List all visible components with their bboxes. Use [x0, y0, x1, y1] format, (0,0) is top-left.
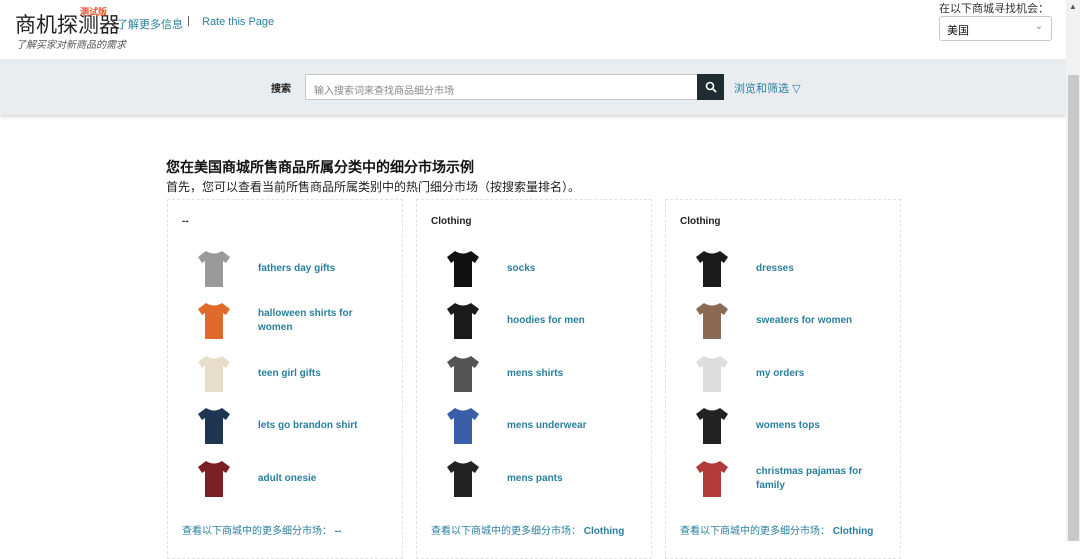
shirts-icon — [441, 352, 485, 396]
niche-link[interactable]: womens tops — [756, 419, 886, 433]
chevron-down-icon: ⌄ — [1034, 21, 1043, 32]
niche-item[interactable]: mens pants — [431, 455, 646, 503]
page-title: 您在美国商城所售商品所属分类中的细分市场示例 — [166, 159, 474, 175]
niche-item[interactable]: halloween shirts for women — [182, 297, 397, 345]
divider: | — [187, 15, 190, 27]
pants-icon — [441, 457, 485, 501]
scroll-up-icon[interactable]: ▲ — [1069, 2, 1077, 11]
search-button[interactable] — [697, 74, 724, 100]
search-icon — [705, 81, 717, 93]
dress-icon — [690, 247, 734, 291]
marketplace-label: 在以下商城寻找机会： — [939, 3, 1049, 15]
niche-item[interactable]: adult onesie — [182, 455, 397, 503]
niche-link[interactable]: mens underwear — [507, 419, 637, 433]
more-niches-link[interactable]: 查看以下商城中的更多细分市场： Clothing — [431, 522, 624, 537]
niche-link[interactable]: socks — [507, 262, 637, 276]
dotted-blanket-icon — [192, 352, 236, 396]
niche-link[interactable]: mens shirts — [507, 367, 637, 381]
intro-text: 首先，您可以查看当前所售商品所属类别中的热门细分市场（按搜索量排名）。 — [166, 180, 581, 194]
niche-card: Clothing dresses sweaters for women my o… — [665, 199, 901, 559]
niche-item[interactable]: christmas pajamas for family — [680, 455, 895, 503]
red-onesie-icon — [192, 457, 236, 501]
more-category[interactable]: Clothing — [833, 526, 874, 537]
orange-tshirt-icon — [192, 299, 236, 343]
black-top-icon — [690, 404, 734, 448]
socks-icon — [441, 247, 485, 291]
navy-tshirt-icon — [192, 404, 236, 448]
niche-item[interactable]: dresses — [680, 245, 895, 293]
niche-link[interactable]: fathers day gifts — [258, 262, 388, 276]
niche-item[interactable]: socks — [431, 245, 646, 293]
striped-top-icon — [690, 352, 734, 396]
niche-card: -- fathers day gifts halloween shirts fo… — [167, 199, 403, 559]
niche-link[interactable]: my orders — [756, 367, 886, 381]
niche-item[interactable]: mens underwear — [431, 402, 646, 450]
niche-item[interactable]: sweaters for women — [680, 297, 895, 345]
card-category: -- — [182, 216, 189, 227]
browse-filter-label: 浏览和筛选 — [734, 83, 789, 95]
niche-item[interactable]: teen girl gifts — [182, 350, 397, 398]
marketplace-value: 美国 — [947, 25, 969, 37]
niche-link[interactable]: mens pants — [507, 472, 637, 486]
more-category[interactable]: Clothing — [584, 526, 625, 537]
search-bar: 搜索 输入搜索词来查找商品细分市场 浏览和筛选 ▽ — [0, 59, 1066, 115]
niche-item[interactable]: my orders — [680, 350, 895, 398]
more-category[interactable]: -- — [335, 526, 342, 537]
niche-link[interactable]: christmas pajamas for family — [756, 465, 886, 493]
filter-icon: ▽ — [792, 83, 801, 95]
more-label: 查看以下商城中的更多细分市场： — [431, 526, 581, 537]
app-subtitle: 了解买家对新商品的需求 — [16, 40, 126, 51]
niche-link[interactable]: adult onesie — [258, 472, 388, 486]
niche-item[interactable]: womens tops — [680, 402, 895, 450]
plaid-shirt-icon — [192, 247, 236, 291]
beta-badge: 测试版 — [80, 7, 108, 17]
underwear-icon — [441, 404, 485, 448]
search-input[interactable]: 输入搜索词来查找商品细分市场 — [305, 74, 698, 100]
niche-link[interactable]: dresses — [756, 262, 886, 276]
rate-page-link[interactable]: Rate this Page — [202, 16, 274, 28]
niche-item[interactable]: lets go brandon shirt — [182, 402, 397, 450]
card-category: Clothing — [431, 216, 472, 227]
niche-link[interactable]: hoodies for men — [507, 314, 637, 328]
scrollbar[interactable]: ▲ — [1066, 0, 1080, 541]
niche-link[interactable]: halloween shirts for women — [258, 307, 388, 335]
more-niches-link[interactable]: 查看以下商城中的更多细分市场： -- — [182, 522, 341, 537]
more-label: 查看以下商城中的更多细分市场： — [680, 526, 830, 537]
more-label: 查看以下商城中的更多细分市场： — [182, 526, 332, 537]
marketplace-select[interactable]: 美国 ⌄ — [939, 16, 1052, 41]
header: 商机探测器 测试版 了解买家对新商品的需求 了解更多信息 | Rate this… — [0, 0, 1066, 59]
niche-item[interactable]: hoodies for men — [431, 297, 646, 345]
hoodie-icon — [441, 299, 485, 343]
sweater-icon — [690, 299, 734, 343]
niche-link[interactable]: lets go brandon shirt — [258, 419, 388, 433]
browse-filter-link[interactable]: 浏览和筛选 ▽ — [734, 80, 801, 96]
more-niches-link[interactable]: 查看以下商城中的更多细分市场： Clothing — [680, 522, 873, 537]
learn-more-link[interactable]: 了解更多信息 — [117, 16, 183, 32]
niche-link[interactable]: sweaters for women — [756, 314, 886, 328]
niche-item[interactable]: mens shirts — [431, 350, 646, 398]
search-label: 搜索 — [271, 84, 291, 95]
niche-card: Clothing socks hoodies for men mens shir… — [416, 199, 652, 559]
pajamas-icon — [690, 457, 734, 501]
niche-item[interactable]: fathers day gifts — [182, 245, 397, 293]
niche-link[interactable]: teen girl gifts — [258, 367, 388, 381]
card-category: Clothing — [680, 216, 721, 227]
scrollbar-thumb[interactable] — [1068, 75, 1079, 541]
